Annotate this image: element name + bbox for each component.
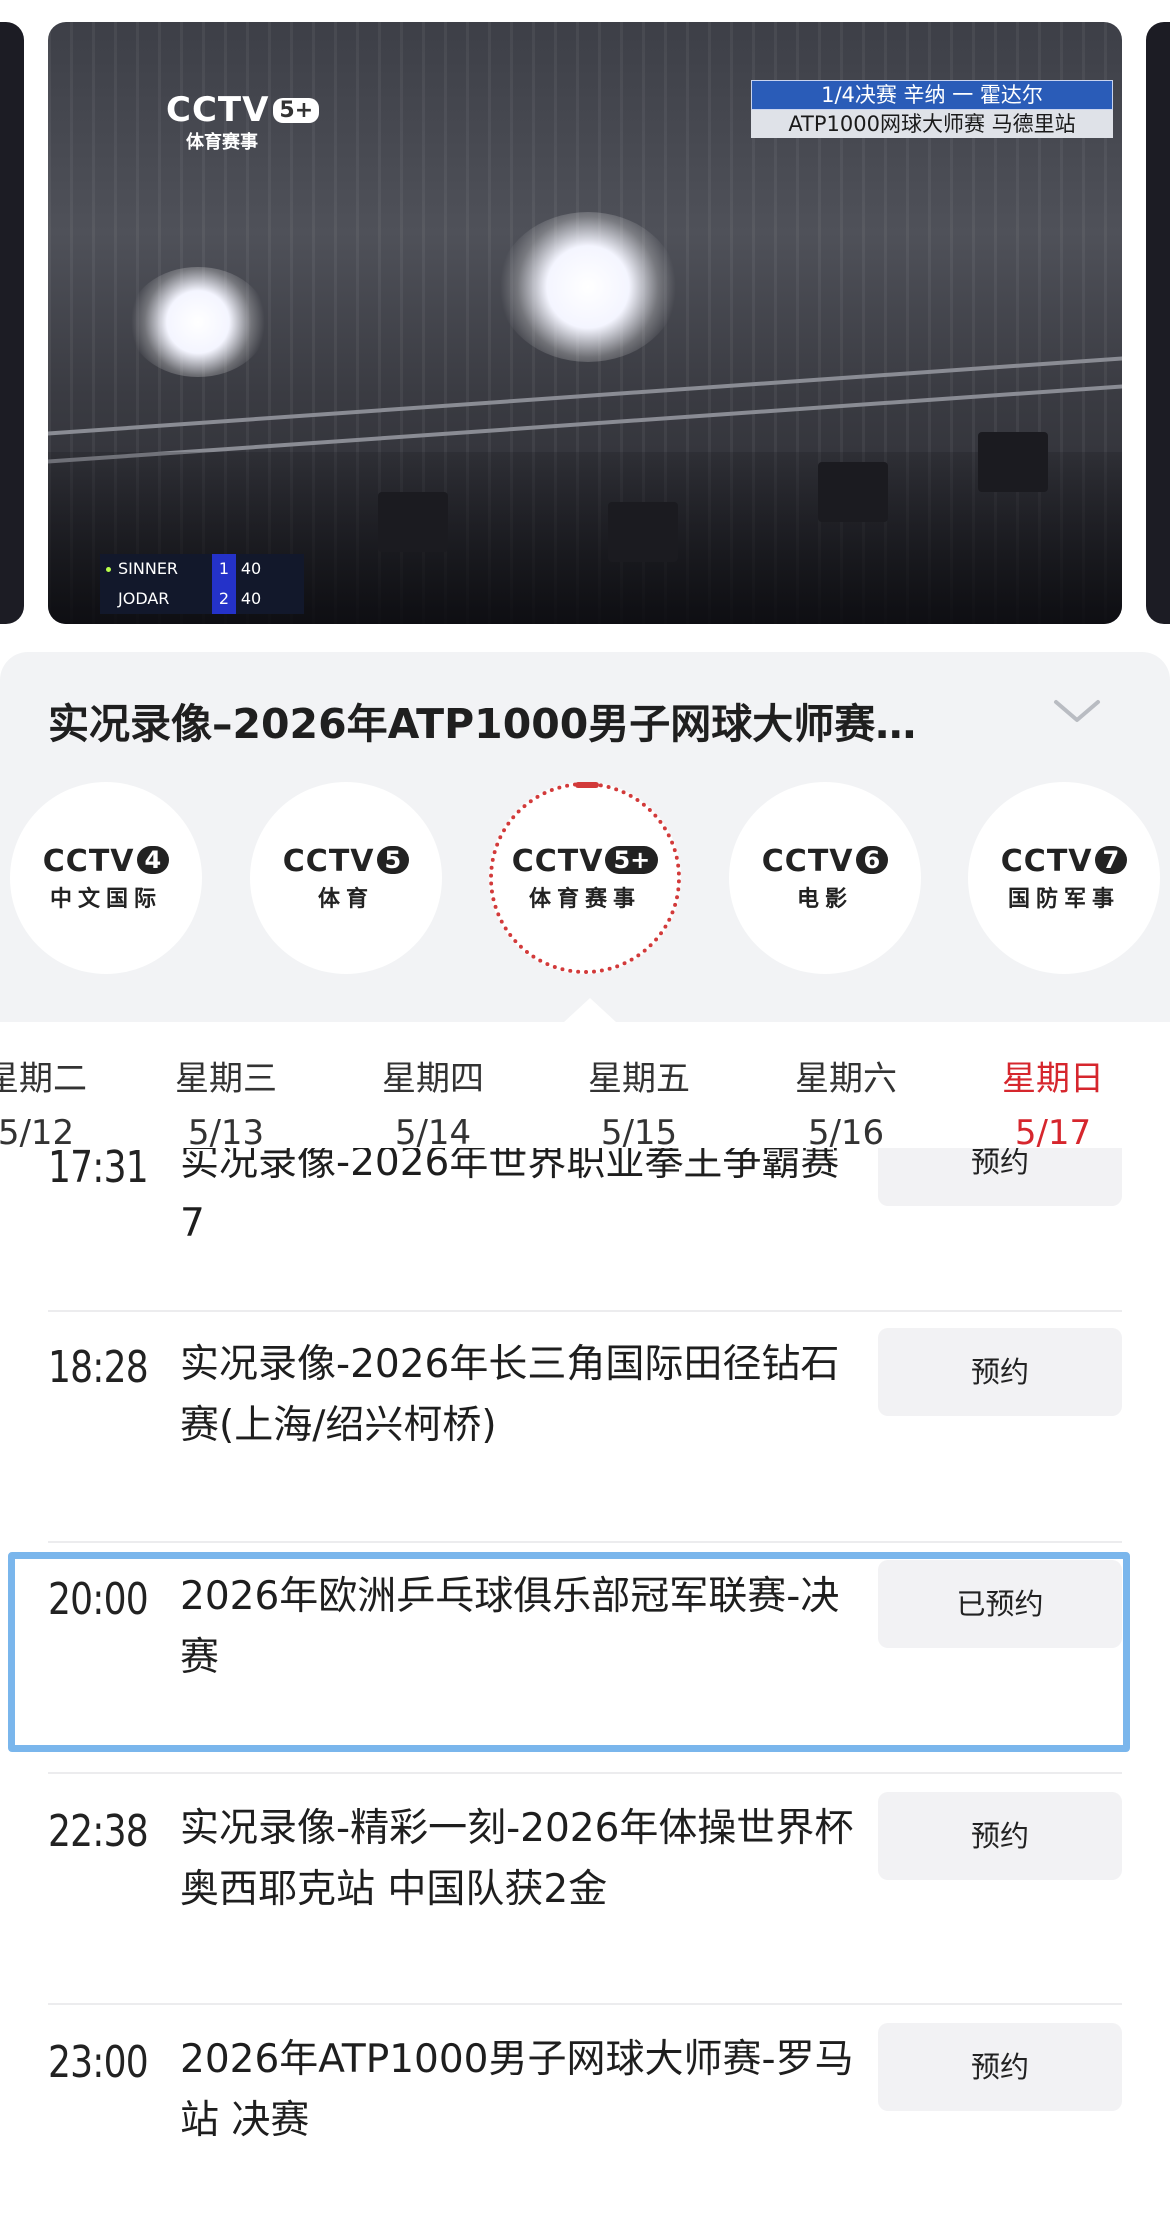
program-time: 18:28 [48, 1342, 149, 1393]
player-name: SINNER [118, 559, 179, 578]
scoreboard: SINNER 1 40 JODAR 2 40 [100, 554, 304, 614]
day-tab[interactable]: 星期六 5/16 [776, 1052, 916, 1160]
next-video-card[interactable] [1146, 22, 1170, 624]
match-info-overlay: 1/4决赛 辛纳 一 霍达尔 ATP1000网球大师赛 马德里站 [751, 80, 1113, 138]
selected-channel-pointer [564, 998, 616, 1022]
serve-indicator-icon [106, 567, 111, 572]
player-name: JODAR [118, 589, 170, 608]
channel-logo: CCTV 5+ 体育赛事 [166, 90, 320, 154]
speaker-box [978, 432, 1048, 492]
channel-cctv4[interactable]: CCTV 4 中文国际 [10, 782, 202, 974]
reserve-button[interactable]: 预约 [878, 1792, 1122, 1880]
match-round: 1/4决赛 辛纳 一 霍达尔 [751, 80, 1113, 110]
player-sets: 1 [212, 554, 236, 584]
program-time: 23:00 [48, 2037, 149, 2088]
program-time: 17:31 [48, 1148, 149, 1193]
player-sets: 2 [212, 584, 236, 614]
speaker-box [608, 502, 678, 562]
program-time: 22:38 [48, 1806, 149, 1857]
channel-cctv6[interactable]: CCTV 6 电影 [729, 782, 921, 974]
stadium-light [498, 212, 678, 362]
previous-video-card[interactable] [0, 22, 24, 624]
divider [48, 1310, 1122, 1312]
reserve-button[interactable]: 预约 [878, 1148, 1122, 1206]
day-tab[interactable]: 星期二 5/12 [0, 1052, 106, 1160]
player-points: 40 [240, 589, 262, 608]
divider [48, 1541, 1122, 1543]
day-tab[interactable]: 星期四 5/14 [363, 1052, 503, 1160]
day-tabs: 星期二 5/12 星期三 5/13 星期四 5/14 星期五 5/15 星期六 5/16 … [0, 1022, 1170, 1153]
divider [48, 1772, 1122, 1774]
channel-cctv5plus[interactable]: CCTV 5+ 体育赛事 [489, 782, 681, 974]
reserve-button[interactable]: 预约 [878, 1328, 1122, 1416]
program-title[interactable]: 实况录像–2026年ATP1000男子网球大师赛… [48, 690, 916, 750]
chevron-down-icon[interactable] [1052, 696, 1102, 726]
player-points: 40 [240, 559, 262, 578]
day-tab[interactable]: 星期五 5/15 [569, 1052, 709, 1160]
tournament-name: ATP1000网球大师赛 马德里站 [751, 110, 1113, 138]
program-title-text: 实况录像-精彩一刻-2026年体操世界杯奥西耶克站 中国队获2金 [180, 1806, 854, 1912]
program-title-text: 实况录像-2026年长三角国际田径钻石赛(上海/绍兴柯桥) [180, 1342, 840, 1448]
selection-highlight [8, 1552, 1130, 1752]
speaker-box [818, 462, 888, 522]
reserve-button[interactable]: 预约 [878, 2023, 1122, 2111]
active-indicator [575, 782, 599, 788]
program-title-text: 2026年ATP1000男子网球大师赛-罗马站 决赛 [180, 2037, 854, 2143]
channel-cctv5[interactable]: CCTV 5 体育 [250, 782, 442, 974]
divider [48, 2003, 1122, 2005]
stadium-light [128, 267, 268, 377]
speaker-box [378, 492, 448, 552]
score-row: SINNER 1 40 [100, 554, 304, 584]
channel-cctv7[interactable]: CCTV 7 国防军事 [968, 782, 1160, 974]
video-player[interactable]: CCTV 5+ 体育赛事 1/4决赛 辛纳 一 霍达尔 ATP1000网球大师赛 … [48, 22, 1122, 624]
day-tab[interactable]: 星期三 5/13 [156, 1052, 296, 1160]
day-tab-today[interactable]: 星期日 5/17 [983, 1052, 1123, 1160]
program-title-text: 实况录像-2026年世界职业拳王争霸赛 7 [180, 1148, 840, 1246]
score-row: JODAR 2 40 [100, 584, 304, 614]
